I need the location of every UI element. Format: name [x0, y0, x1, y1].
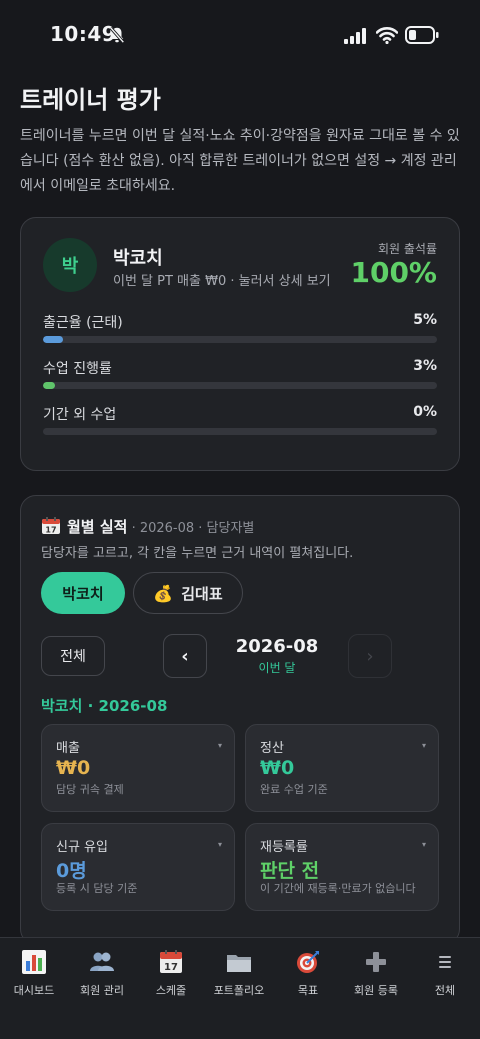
metric-label: 수업 진행률 — [43, 361, 112, 377]
metric-value: 3% — [413, 358, 437, 374]
chevron-down-icon: ▾ — [217, 840, 222, 849]
tab-label: 포트폴리오 — [213, 984, 265, 997]
tab-portfolio[interactable]: 포트폴리오 — [205, 948, 273, 998]
metric-value: 0% — [413, 404, 437, 420]
progress-track — [43, 336, 437, 343]
progress-fill — [43, 382, 55, 389]
stat-settlement[interactable]: 정산 ▾ ₩0 완료 수업 기준 — [245, 724, 439, 812]
chip-label: 김대표 — [181, 584, 223, 603]
people-icon — [90, 952, 114, 971]
status-time: 10:49 — [50, 22, 117, 46]
period-sub: 이번 달 — [258, 661, 296, 675]
chevron-left-icon: ‹ — [181, 645, 189, 667]
metric-value: 5% — [413, 312, 437, 328]
tab-dashboard[interactable]: 대시보드 — [0, 948, 68, 998]
bottom-tab-bar: 대시보드 회원 관리 17 스케줄 포트폴리오 목표 회원 등록 전체 — [0, 937, 480, 1039]
stat-note: 등록 시 담당 기준 — [56, 882, 138, 895]
stat-title: 정산 — [260, 741, 284, 756]
menu-icon — [439, 956, 451, 968]
tab-label: 회원 등록 — [354, 984, 398, 997]
stat-new-members[interactable]: 신규 유입 ▾ 0명 등록 시 담당 기준 — [41, 823, 235, 911]
next-month-button[interactable]: › — [348, 634, 392, 678]
avatar: 박 — [43, 238, 97, 292]
page-description: 트레이너를 누르면 이번 달 실적·노쇼 추이·강약점을 원자료 그대로 볼 수… — [20, 128, 460, 194]
progress-fill — [43, 336, 63, 343]
trainer-subtitle: 이번 달 PT 매출 ₩0 · 눌러서 상세 보기 — [113, 274, 331, 289]
monthly-meta: · 2026-08 · 담당자별 — [127, 521, 255, 536]
tab-all[interactable]: 전체 — [411, 948, 479, 998]
attendance-value: 100% — [350, 256, 437, 289]
stat-title: 매출 — [56, 741, 80, 756]
svg-text:17: 17 — [45, 526, 56, 535]
tab-label: 전체 — [434, 984, 456, 997]
metric-work-attendance: 출근율 (근태) 5% — [43, 312, 437, 352]
section-label: 박코치 · 2026-08 — [41, 697, 168, 715]
stat-revenue[interactable]: 매출 ▾ ₩0 담당 귀속 결제 — [41, 724, 235, 812]
chevron-down-icon: ▾ — [217, 741, 222, 750]
calendar-icon: 17 — [160, 950, 182, 973]
stat-value: 판단 전 — [260, 860, 320, 882]
status-bar: 10:49 — [0, 0, 480, 70]
tab-label: 스케줄 — [155, 984, 187, 997]
tab-label: 목표 — [297, 984, 319, 997]
stat-note: 이 기간에 재등록·만료가 없습니다 — [260, 882, 416, 895]
stat-title: 신규 유입 — [56, 840, 108, 855]
metric-label: 출근율 (근태) — [43, 315, 123, 331]
trainer-card[interactable]: 박 박코치 이번 달 PT 매출 ₩0 · 눌러서 상세 보기 회원 출석률 1… — [20, 217, 460, 471]
stat-note: 완료 수업 기준 — [260, 783, 328, 796]
battery-icon — [405, 26, 439, 44]
folder-icon — [227, 955, 251, 972]
stat-title: 재등록률 — [260, 840, 308, 855]
stat-value: 0명 — [56, 860, 87, 882]
stat-value: ₩0 — [260, 757, 295, 779]
plus-icon — [366, 952, 386, 972]
cellular-signal-icon — [344, 28, 366, 44]
metric-class-progress: 수업 진행률 3% — [43, 358, 437, 398]
chip-label: 박코치 — [62, 584, 104, 603]
monthly-title-row: 17 월별 실적 · 2026-08 · 담당자별 — [41, 516, 254, 537]
svg-text:17: 17 — [164, 962, 178, 973]
tab-label: 회원 관리 — [80, 984, 124, 997]
prev-month-button[interactable]: ‹ — [163, 634, 207, 678]
tab-member-registration[interactable]: 회원 등록 — [342, 948, 410, 998]
stat-reregistration-rate[interactable]: 재등록률 ▾ 판단 전 이 기간에 재등록·만료가 없습니다 — [245, 823, 439, 911]
chevron-down-icon: ▾ — [421, 840, 426, 849]
trainer-chip-kim[interactable]: 💰 김대표 — [133, 572, 243, 614]
progress-track — [43, 428, 437, 435]
period-month: 2026-08 — [235, 636, 319, 657]
all-button[interactable]: 전체 — [41, 636, 105, 676]
progress-track — [43, 382, 437, 389]
tab-goals[interactable]: 목표 — [274, 948, 342, 998]
trainer-name: 박코치 — [113, 248, 163, 269]
period-display: 2026-08 이번 달 — [217, 636, 337, 676]
metric-label: 기간 외 수업 — [43, 407, 117, 423]
metric-off-period-class: 기간 외 수업 0% — [43, 404, 437, 444]
stat-value: ₩0 — [56, 757, 91, 779]
tab-member-management[interactable]: 회원 관리 — [68, 948, 136, 998]
tab-schedule[interactable]: 17 스케줄 — [137, 948, 205, 998]
wifi-icon — [376, 27, 398, 44]
calendar-icon: 17 — [42, 517, 60, 535]
bell-muted-icon — [109, 26, 125, 44]
monthly-performance-card: 17 월별 실적 · 2026-08 · 담당자별 담당자를 고르고, 각 칸을… — [20, 495, 460, 945]
attendance-label: 회원 출석률 — [377, 242, 437, 256]
money-bag-icon: 💰 — [153, 583, 174, 603]
bar-chart-icon — [22, 950, 46, 974]
trainer-chip-park[interactable]: 박코치 — [41, 572, 125, 614]
target-icon — [297, 951, 319, 973]
monthly-title: 월별 실적 — [67, 518, 128, 536]
stat-note: 담당 귀속 결제 — [56, 783, 124, 796]
page-title: 트레이너 평가 — [20, 86, 161, 114]
monthly-description: 담당자를 고르고, 각 칸을 누르면 근거 내역이 펼쳐집니다. — [41, 546, 354, 561]
tab-label: 대시보드 — [13, 984, 55, 997]
chevron-right-icon: › — [366, 645, 374, 667]
chevron-down-icon: ▾ — [421, 741, 426, 750]
